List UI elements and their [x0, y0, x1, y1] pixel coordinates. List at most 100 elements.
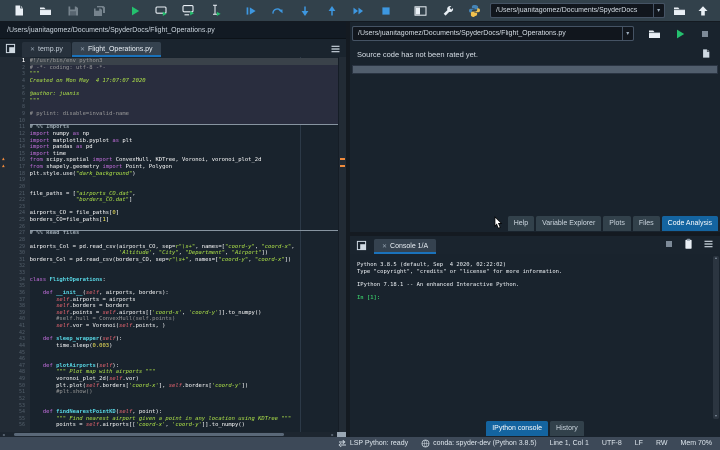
tab-variable-explorer[interactable]: Variable Explorer: [536, 216, 602, 231]
browse-tabs-icon: [5, 43, 16, 54]
code-text: def sleep_wrapper(self):: [42, 336, 123, 343]
lsp-icon: [338, 439, 347, 448]
status-bar: LSP Python: ready conda: spyder-dev (Pyth…: [0, 437, 720, 450]
code-line: 26: [0, 224, 346, 231]
editor-tabs: ✕ temp.py ✕ Flight_Operations.py: [22, 42, 162, 57]
debug-step-over-button[interactable]: [264, 1, 291, 21]
browse-file-button[interactable]: [642, 26, 667, 41]
console-output[interactable]: Python 3.8.5 (default, Sep 4 2020, 02:22…: [350, 254, 711, 421]
save-all-button[interactable]: [86, 1, 113, 21]
code-text: """ Plot map with airports """: [56, 369, 156, 376]
console-line: Python 3.8.5 (default, Sep 4 2020, 02:22…: [357, 262, 507, 268]
code-text: 'Altitude', "City", "Department", "Airpo…: [119, 250, 269, 257]
main-toolbar: /Users/juanitagomez/Documents/SpyderDocs…: [0, 0, 720, 22]
console-options-button[interactable]: [700, 236, 717, 251]
debug-step-into-button[interactable]: [291, 1, 318, 21]
close-tab-icon[interactable]: ✕: [30, 47, 35, 53]
browse-tabs-button[interactable]: [2, 41, 19, 56]
line-number: 35: [18, 283, 25, 290]
code-text: def plotAirports(self):: [42, 362, 120, 369]
code-text: def __init__(self, airports, borders):: [42, 289, 169, 296]
debug-file-button[interactable]: [237, 1, 264, 21]
scroll-down-icon[interactable]: ▼: [714, 414, 717, 419]
line-number: 55: [18, 415, 25, 422]
code-text: airports_Col = pd.read_csv(airports_CO, …: [30, 243, 295, 250]
browse-working-directory-button[interactable]: [668, 1, 692, 21]
debug-continue-button[interactable]: [345, 1, 372, 21]
code-line: 24 airports_CO = file_paths[0]: [0, 210, 346, 217]
line-number: 5: [21, 84, 25, 91]
step-into-icon: [299, 5, 311, 17]
conda-icon: [421, 439, 430, 448]
code-line: 18 plt.style.use("dark_background"): [0, 171, 346, 178]
debug-step-out-button[interactable]: [318, 1, 345, 21]
editor-options-button[interactable]: [327, 41, 344, 56]
tab-files[interactable]: Files: [632, 216, 660, 231]
stop-analysis-button[interactable]: [693, 26, 718, 41]
code-line: 38 self.borders = borders: [0, 303, 346, 310]
editor-tab-temp-py[interactable]: ✕ temp.py: [22, 42, 71, 57]
run-file-button[interactable]: [121, 1, 148, 21]
new-file-button[interactable]: [5, 1, 32, 21]
line-number: 3: [21, 71, 25, 78]
save-file-button[interactable]: [59, 1, 86, 21]
status-label: UTF-8: [601, 440, 622, 447]
close-icon[interactable]: ✕: [382, 244, 387, 250]
code-text: plt.plot(self.borders['coord-x'], self.b…: [30, 382, 249, 389]
code-line: 21 file_paths = ["airports_CO.dat",: [0, 191, 346, 198]
console-vertical-scrollbar[interactable]: ▲ ▼: [713, 256, 719, 419]
open-file-button[interactable]: [32, 1, 59, 21]
analysis-file-combobox[interactable]: /Users/juanitagomez/Documents/SpyderDocs…: [352, 26, 634, 41]
preferences-button[interactable]: [434, 1, 461, 21]
python-path-manager-button[interactable]: [461, 1, 488, 21]
inspect-button[interactable]: [680, 236, 697, 251]
tab-code-analysis[interactable]: Code Analysis: [661, 216, 718, 231]
code-text: @author: juanis: [30, 91, 338, 98]
code-line: 25 borders_CO=file_paths[1]: [0, 217, 346, 224]
code-line: 9 # pylint: disable=invalid-name: [0, 111, 346, 118]
run-analysis-button[interactable]: [667, 26, 692, 41]
tab-history[interactable]: History: [550, 421, 584, 436]
play-icon: [674, 28, 686, 40]
code-text: # -*- coding: utf-8 -*-: [30, 64, 338, 72]
working-directory-combobox[interactable]: /Users/juanitagomez/Documents/SpyderDocs…: [490, 3, 665, 18]
scroll-up-icon[interactable]: ▲: [714, 256, 717, 261]
line-number: 33: [18, 270, 25, 276]
tab-plots[interactable]: Plots: [603, 216, 631, 231]
status-label: Mem 70%: [680, 440, 712, 447]
close-tab-icon[interactable]: ✕: [80, 47, 85, 53]
tab-help[interactable]: Help: [507, 216, 535, 231]
code-text: time.sleep(0.003): [30, 342, 113, 349]
maximize-pane-button[interactable]: [407, 1, 434, 21]
parent-directory-button[interactable]: [691, 1, 715, 21]
output-log-icon[interactable]: [701, 48, 711, 59]
code-editor[interactable]: 1 #!/usr/bin/env python3 2 # -*- coding: ut…: [0, 57, 346, 432]
chevron-down-icon[interactable]: ▾: [652, 4, 664, 17]
tab-ipython-console[interactable]: IPython console: [486, 421, 549, 436]
chevron-down-icon[interactable]: ▾: [621, 27, 633, 40]
run-selection-button[interactable]: [202, 1, 229, 21]
run-cell-advance-button[interactable]: [175, 1, 202, 21]
scrollbar-thumb[interactable]: [14, 433, 284, 436]
run-cell-advance-icon: [182, 4, 195, 17]
status-mem-70: Mem 70%: [680, 440, 712, 447]
clipboard-icon: [683, 238, 694, 250]
run-cell-button[interactable]: [148, 1, 175, 21]
line-number: 22: [18, 197, 25, 204]
interrupt-kernel-button[interactable]: [660, 236, 677, 251]
editor-tab-flight-operations-py[interactable]: ✕ Flight_Operations.py: [71, 42, 161, 57]
console-tab[interactable]: ✕ Console 1/A: [374, 239, 437, 254]
debug-stop-button[interactable]: [372, 1, 399, 21]
code-line: 30 'Altitude', "City", "Department", "Ai…: [0, 250, 346, 257]
line-number: 7: [21, 97, 25, 104]
editor-scrollflag[interactable]: [338, 57, 346, 432]
browse-tabs-icon: [356, 240, 367, 251]
browse-tabs-button[interactable]: [353, 238, 370, 253]
status-lsp-python-ready[interactable]: LSP Python: ready: [338, 439, 408, 448]
status-conda-spyder-dev-python-3-8-5[interactable]: conda: spyder-dev (Python 3.8.5): [421, 439, 537, 448]
line-number: 56: [18, 422, 25, 429]
